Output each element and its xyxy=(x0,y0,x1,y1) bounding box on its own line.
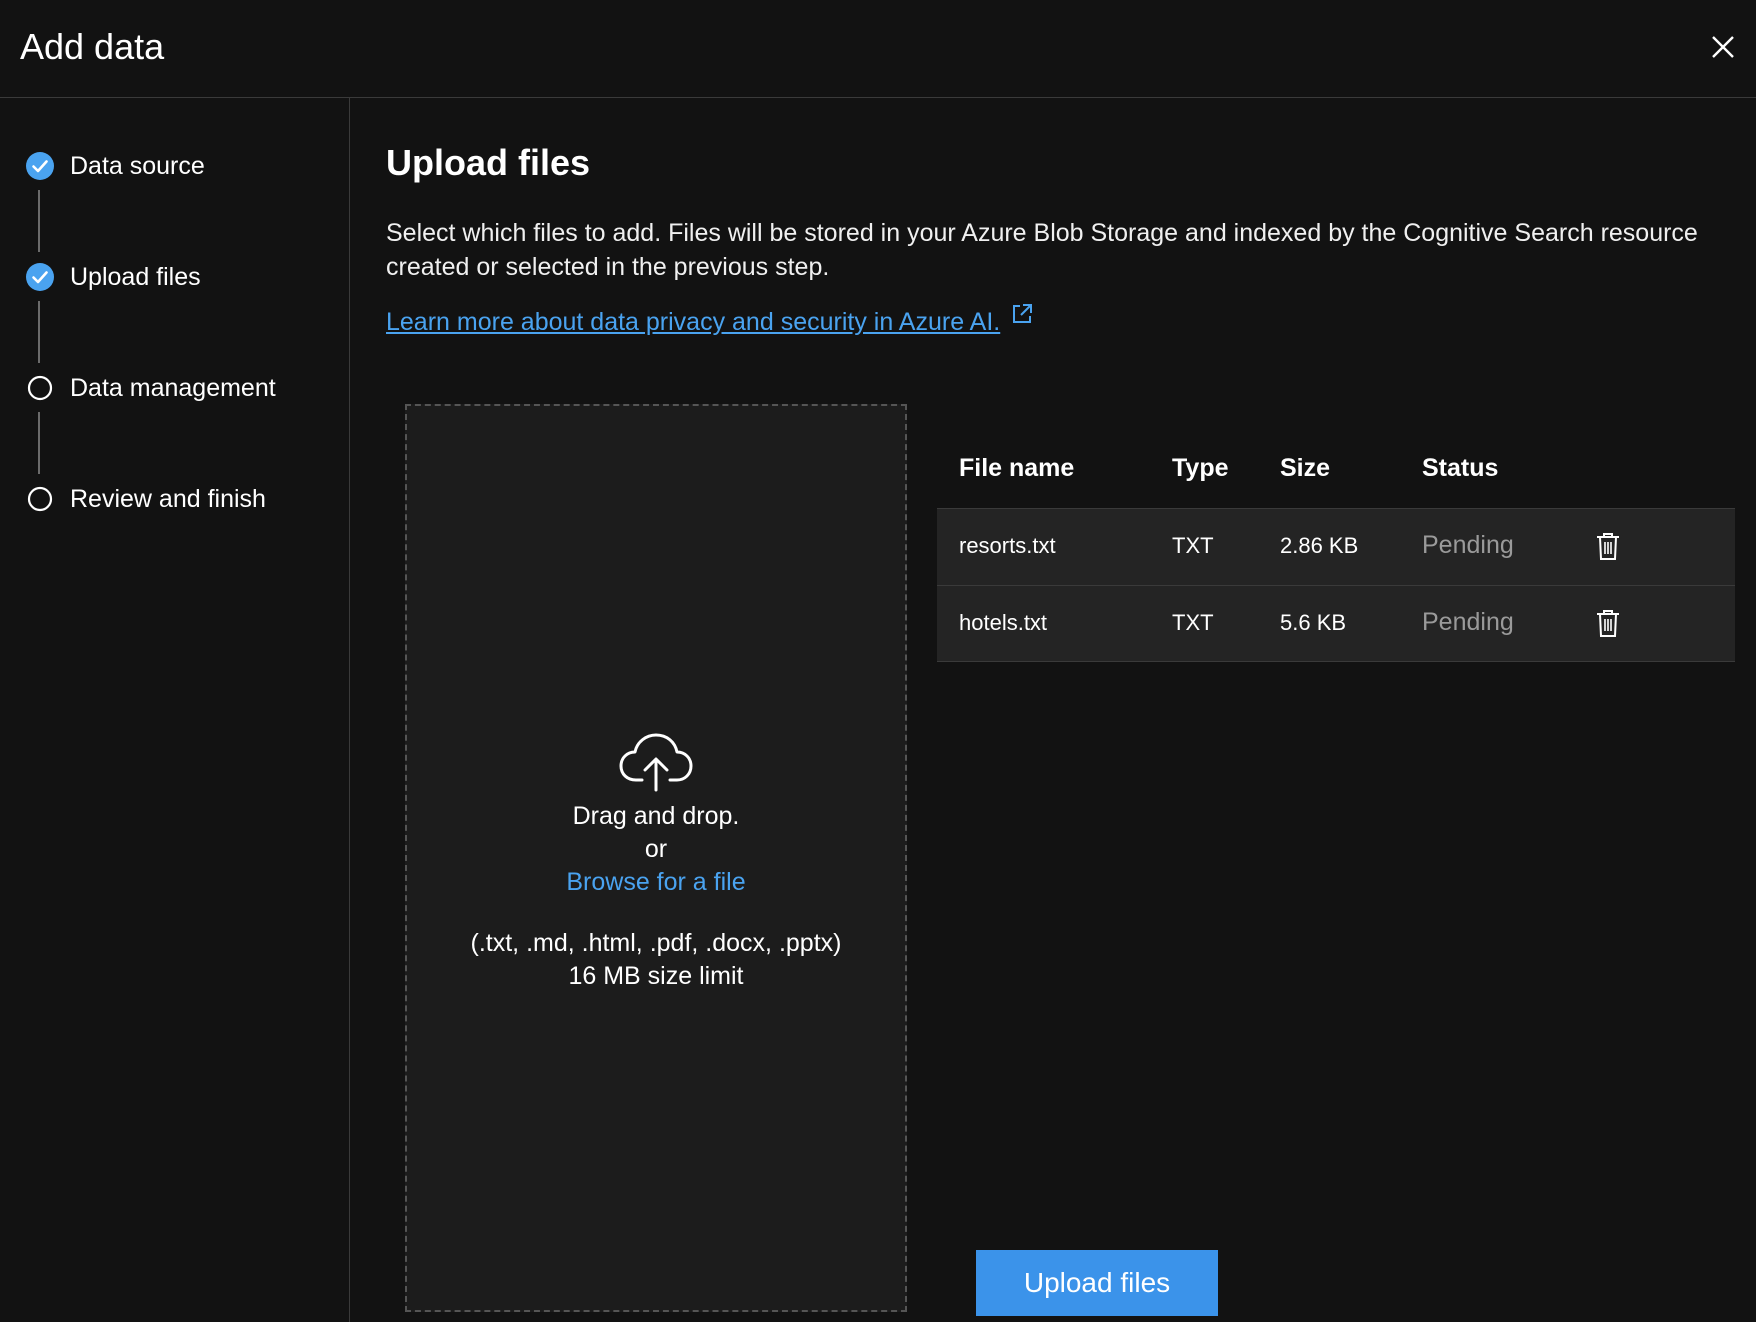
file-status-cell: Pending xyxy=(1422,608,1514,636)
step-label: Upload files xyxy=(70,262,201,291)
table-header: File name Type Size Status xyxy=(937,444,1735,508)
supported-formats-text: (.txt, .md, .html, .pdf, .docx, .pptx) xyxy=(470,929,842,957)
step-upload-files[interactable]: Upload files xyxy=(24,257,201,297)
column-header-size: Size xyxy=(1280,454,1331,482)
cloud-upload-icon xyxy=(619,733,693,792)
empty-circle-icon xyxy=(27,375,53,401)
page-title: Upload files xyxy=(386,142,591,183)
file-size-cell: 5.6 KB xyxy=(1280,610,1347,635)
or-text: or xyxy=(644,835,668,863)
step-connector xyxy=(38,412,40,474)
step-data-management[interactable]: Data management xyxy=(24,368,276,408)
file-status-cell: Pending xyxy=(1422,531,1514,559)
step-label: Review and finish xyxy=(70,484,266,513)
step-data-source[interactable]: Data source xyxy=(24,146,205,186)
trash-icon[interactable] xyxy=(1595,531,1621,561)
file-type-cell: TXT xyxy=(1172,610,1214,635)
browse-file-link[interactable]: Browse for a file xyxy=(566,866,745,899)
column-header-file-name: File name xyxy=(959,454,1075,482)
size-limit-text: 16 MB size limit xyxy=(568,962,744,990)
step-connector xyxy=(38,301,40,363)
close-icon[interactable] xyxy=(1708,32,1738,62)
file-size-cell: 2.86 KB xyxy=(1280,533,1359,558)
check-circle-icon xyxy=(26,263,54,291)
table-row: hotels.txt TXT 5.6 KB Pending xyxy=(937,585,1735,662)
drag-drop-text: Drag and drop. xyxy=(572,802,740,830)
table-row: resorts.txt TXT 2.86 KB Pending xyxy=(937,508,1735,585)
step-review-and-finish[interactable]: Review and finish xyxy=(24,479,266,519)
column-header-status: Status xyxy=(1422,454,1499,482)
upload-panel: Upload files Select which files to add. … xyxy=(350,98,1756,1322)
step-connector xyxy=(38,190,40,252)
file-dropzone[interactable]: Drag and drop. or Browse for a file (.tx… xyxy=(405,404,907,1312)
step-label: Data management xyxy=(70,373,276,402)
external-link-icon xyxy=(1013,304,1033,323)
empty-circle-icon xyxy=(27,486,53,512)
file-name-cell: hotels.txt xyxy=(959,610,1048,635)
step-label: Data source xyxy=(70,151,205,180)
page-description: Select which files to add. Files will be… xyxy=(386,219,1698,281)
wizard-steps: Data source Upload files Data management… xyxy=(0,98,350,1322)
dialog-title: Add data xyxy=(20,26,165,67)
check-circle-icon xyxy=(26,152,54,180)
file-type-cell: TXT xyxy=(1172,533,1214,558)
trash-icon[interactable] xyxy=(1595,608,1621,638)
learn-more-link-text: Learn more about data privacy and securi… xyxy=(386,308,1001,336)
dialog-header: Add data xyxy=(0,0,1756,98)
upload-files-button[interactable]: Upload files xyxy=(976,1250,1218,1316)
column-header-type: Type xyxy=(1172,454,1229,482)
learn-more-link[interactable]: Learn more about data privacy and securi… xyxy=(386,304,1034,337)
file-table: File name Type Size Status resorts.txt T… xyxy=(937,444,1735,662)
file-name-cell: resorts.txt xyxy=(959,533,1056,558)
